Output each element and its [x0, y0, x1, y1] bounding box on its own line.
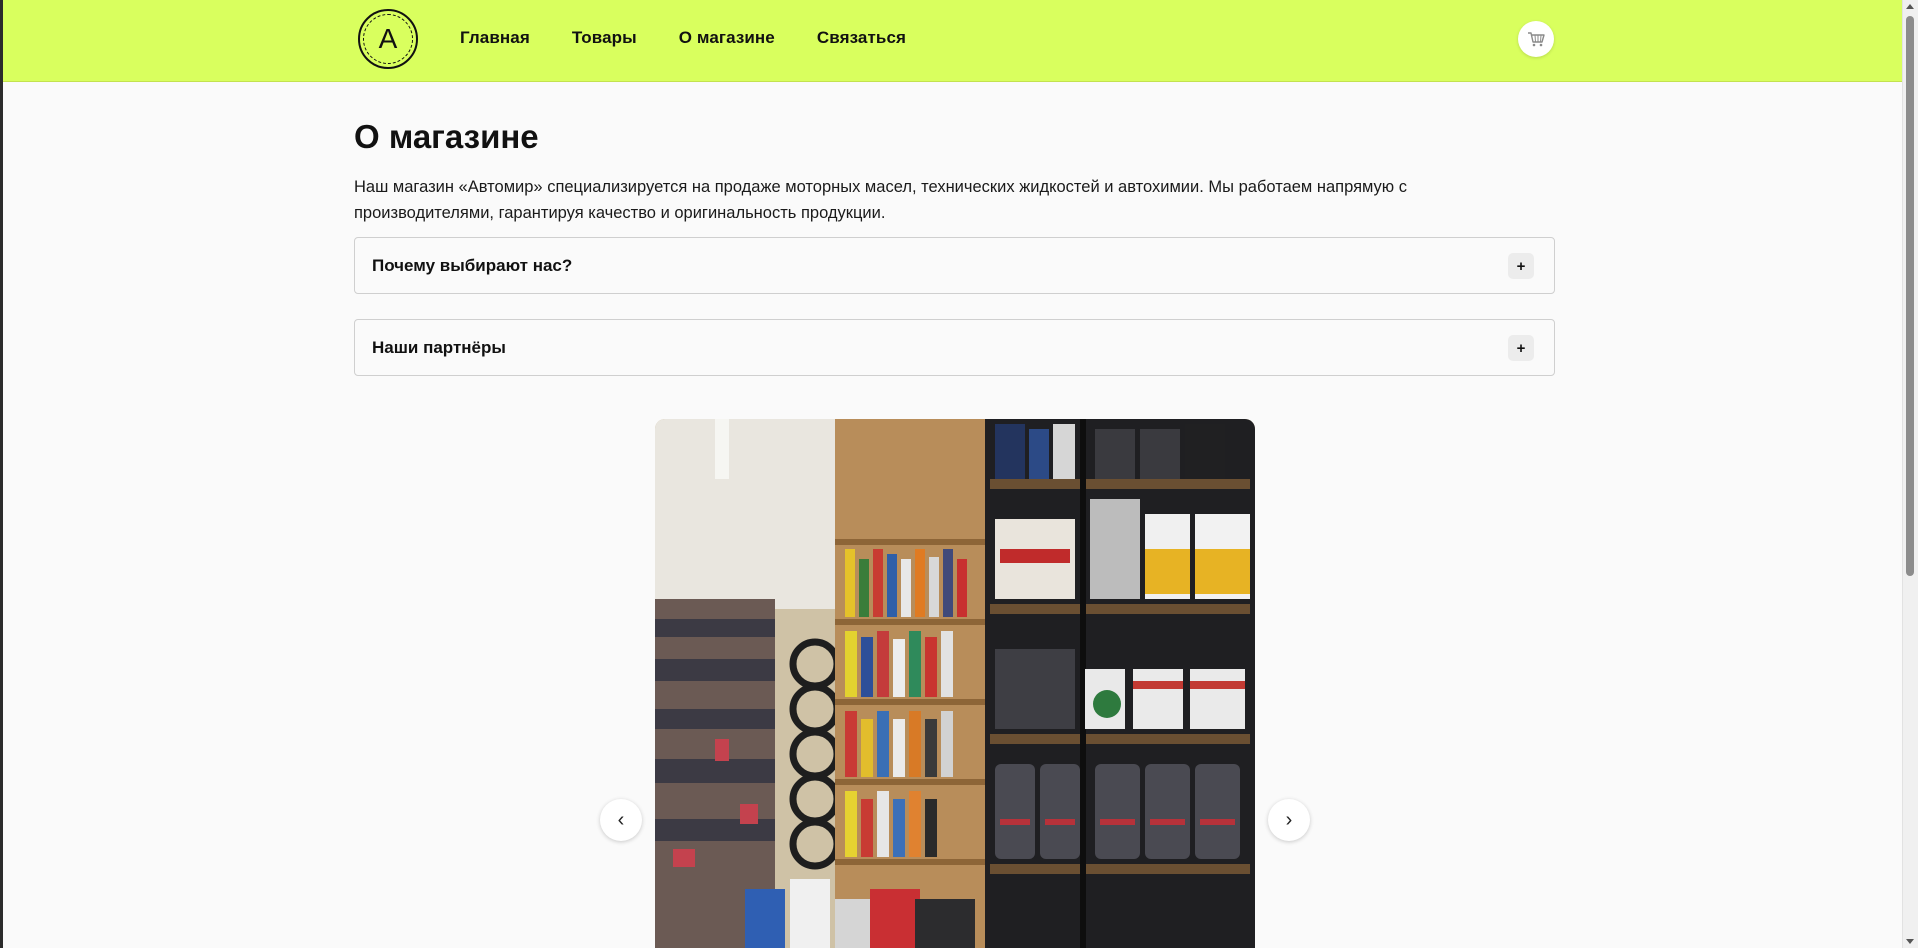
cart-icon	[1528, 32, 1545, 47]
carousel-next-button[interactable]: ›	[1268, 799, 1310, 841]
carousel-slide-image	[655, 419, 1255, 948]
site-header: A Главная Товары О магазине Связаться	[3, 0, 1903, 82]
main-nav: Главная Товары О магазине Связаться	[460, 28, 948, 48]
nav-link-home[interactable]: Главная	[460, 28, 530, 48]
browser-viewport: A Главная Товары О магазине Связаться О …	[0, 0, 1918, 948]
accordion-title: Почему выбирают нас?	[372, 256, 573, 275]
store-shelves-photo	[655, 419, 1255, 948]
nav-link-contact[interactable]: Связаться	[817, 28, 906, 48]
cart-button[interactable]	[1518, 21, 1554, 57]
accordion-why-us[interactable]: Почему выбирают нас? +	[354, 237, 1555, 294]
scrollbar-thumb[interactable]	[1906, 16, 1914, 576]
accordion-title: Наши партнёры	[372, 338, 506, 357]
intro-text: Наш магазин «Автомир» специализируется н…	[354, 178, 1408, 222]
accordion-toggle-button[interactable]: +	[1508, 335, 1534, 361]
accordion-partners[interactable]: Наши партнёры +	[354, 319, 1555, 376]
scroll-up-icon[interactable]	[1906, 4, 1914, 9]
page-scrollbar[interactable]	[1902, 0, 1918, 948]
carousel-prev-button[interactable]: ‹	[600, 799, 642, 841]
nav-link-about[interactable]: О магазине	[679, 28, 775, 48]
scroll-down-icon[interactable]	[1906, 939, 1914, 944]
logo[interactable]: A	[358, 9, 418, 69]
page-title: О магазине	[354, 118, 539, 155]
accordion-toggle-button[interactable]: +	[1508, 253, 1534, 279]
logo-letter: A	[378, 23, 398, 54]
logo-mark: A	[363, 14, 413, 64]
nav-link-products[interactable]: Товары	[572, 28, 637, 48]
